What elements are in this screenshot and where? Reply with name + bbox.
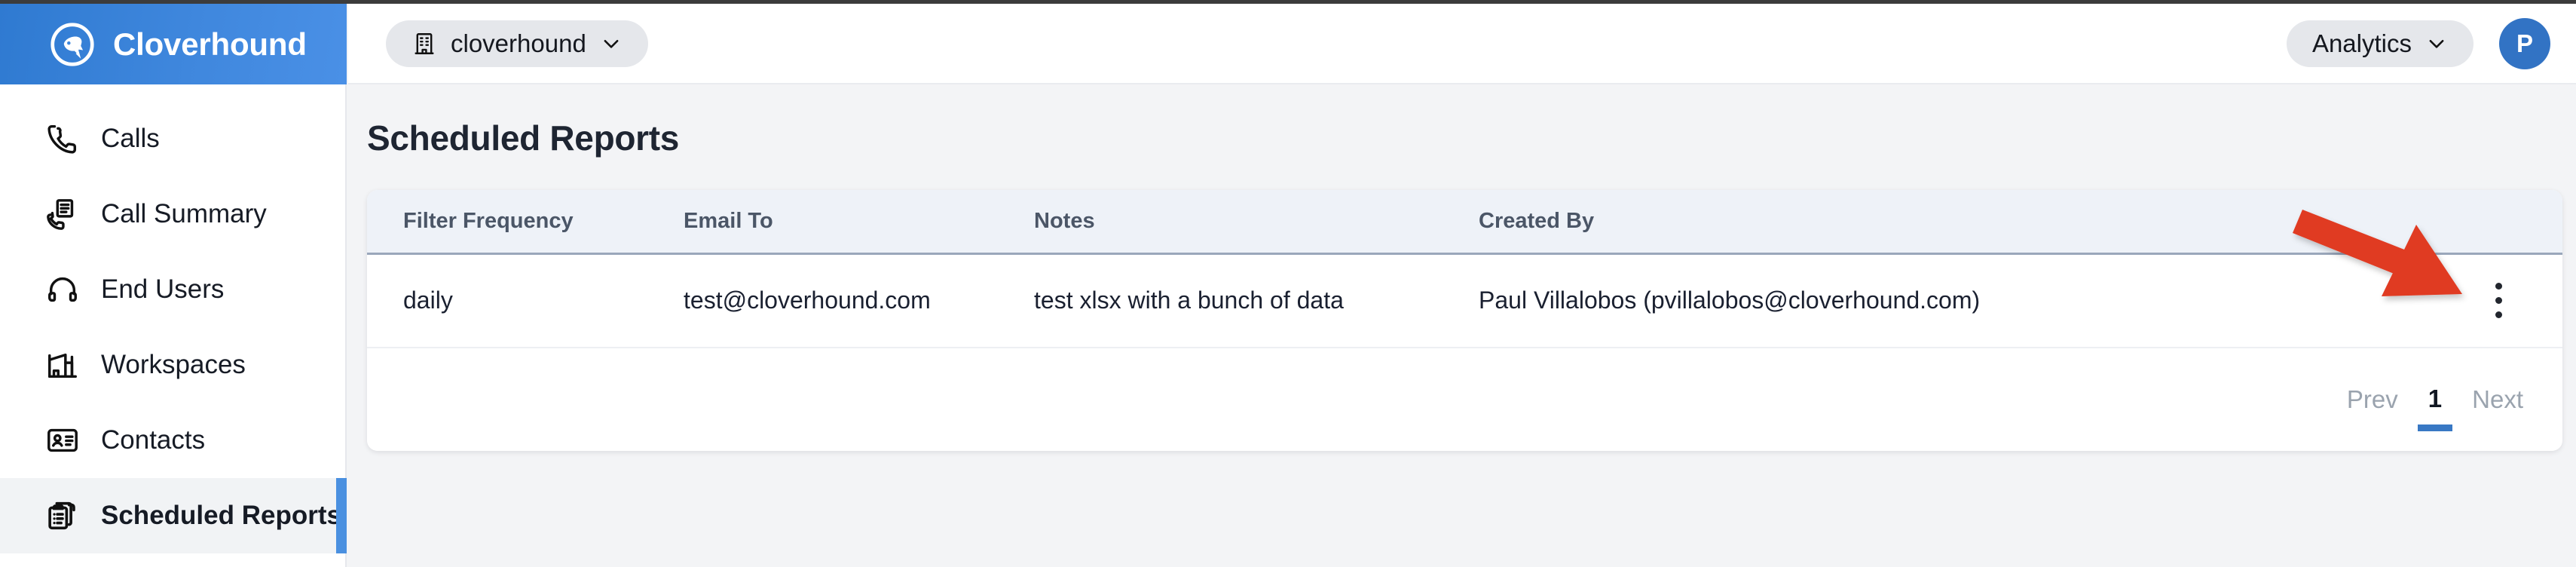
kebab-dot [2495,311,2502,319]
sidebar-item-label: Workspaces [101,350,246,379]
page-title: Scheduled Reports [367,118,680,158]
pagination-page-1[interactable]: 1 [2417,385,2453,431]
headset-icon [48,277,77,302]
sidebar-item-label: End Users [101,274,225,304]
app-root: Cloverhound Calls Call Summary End Users… [0,0,2576,567]
scheduled-reports-table: Filter Frequency Email To Notes Created … [367,190,2562,348]
hound-logo-icon [50,22,94,66]
clipboard-list-icon [48,501,75,530]
sidebar-nav: Calls Call Summary End Users Workspaces … [0,84,347,553]
cell-actions [2232,253,2562,348]
column-header-notes[interactable]: Notes [1034,190,1479,255]
sidebar: Cloverhound Calls Call Summary End Users… [0,4,347,567]
sidebar-item-calls[interactable]: Calls [0,101,345,176]
analytics-selector[interactable]: Analytics [2286,20,2474,67]
main-content: Scheduled Reports Filter Frequency Email… [348,84,2576,567]
column-header-filter-frequency[interactable]: Filter Frequency [367,190,684,255]
sidebar-item-label: Calls [101,124,160,153]
table-body: daily test@cloverhound.com test xlsx wit… [367,253,2562,348]
pagination: Prev 1 Next [367,348,2562,451]
brand-header[interactable]: Cloverhound [0,4,347,84]
cell-notes: test xlsx with a bunch of data [1034,253,1479,348]
column-header-actions [2232,190,2562,255]
factory-building-icon [48,353,77,379]
tenant-selector[interactable]: cloverhound [386,20,648,67]
phone-document-icon [47,199,74,230]
scheduled-reports-card: Filter Frequency Email To Notes Created … [367,190,2562,451]
contact-card-icon [47,428,78,452]
cell-created-by: Paul Villalobos (pvillalobos@cloverhound… [1479,253,2232,348]
cell-filter-frequency: daily [367,253,684,348]
kebab-dot [2495,297,2502,305]
avatar[interactable]: P [2499,17,2550,69]
table-header-row: Filter Frequency Email To Notes Created … [367,190,2562,255]
sidebar-item-end-users[interactable]: End Users [0,252,345,327]
tenant-label: cloverhound [451,29,586,57]
cell-email-to: test@cloverhound.com [684,253,1034,348]
sidebar-item-label: Scheduled Reports [101,501,341,530]
kebab-menu-icon[interactable] [2476,283,2521,319]
pagination-prev-button[interactable]: Prev [2347,385,2398,414]
sidebar-item-contacts[interactable]: Contacts [0,403,345,478]
table-header: Filter Frequency Email To Notes Created … [367,190,2562,255]
column-header-email-to[interactable]: Email To [684,190,1034,255]
top-bar-right-group: Analytics P [2286,17,2550,69]
sidebar-item-scheduled-reports[interactable]: Scheduled Reports [0,478,347,553]
chevron-down-icon [2429,39,2444,48]
top-bar: cloverhound Analytics P [348,4,2576,84]
column-header-created-by[interactable]: Created By [1479,190,2232,255]
brand-name: Cloverhound [113,26,307,62]
table-row[interactable]: daily test@cloverhound.com test xlsx wit… [367,253,2562,348]
sidebar-item-workspaces[interactable]: Workspaces [0,327,345,403]
sidebar-item-label: Contacts [101,425,206,455]
kebab-dot [2495,283,2502,290]
pagination-next-button[interactable]: Next [2472,385,2523,414]
building-icon [415,32,434,54]
analytics-label: Analytics [2311,29,2412,57]
sidebar-item-label: Call Summary [101,199,267,228]
phone-icon [47,124,77,154]
chevron-down-icon [604,39,619,48]
sidebar-item-call-summary[interactable]: Call Summary [0,176,345,252]
